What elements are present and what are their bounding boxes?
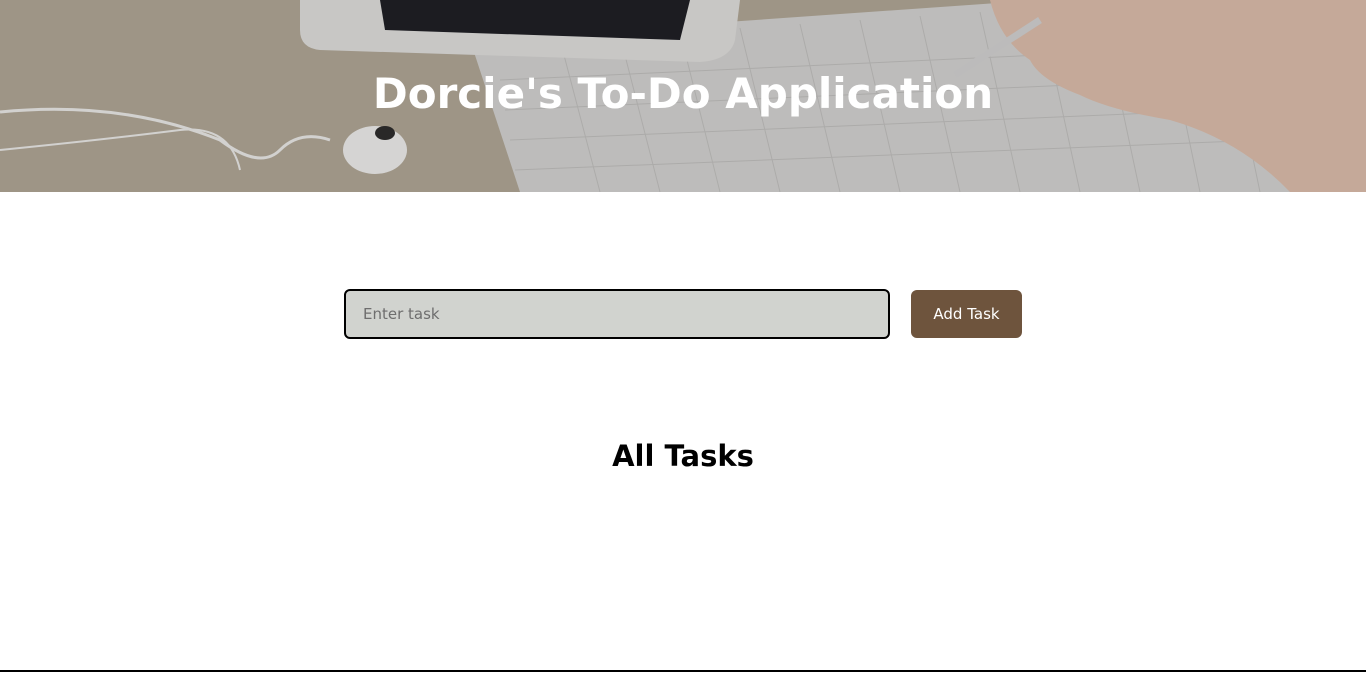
tasks-heading: All Tasks xyxy=(612,439,754,473)
add-task-form: Add Task xyxy=(344,289,1022,339)
footer-divider xyxy=(0,670,1366,672)
add-task-button[interactable]: Add Task xyxy=(911,290,1022,338)
task-input[interactable] xyxy=(344,289,890,339)
task-list xyxy=(344,490,1022,650)
page-title: Dorcie's To-Do Application xyxy=(372,69,994,118)
header-banner: Dorcie's To-Do Application xyxy=(0,0,1366,192)
